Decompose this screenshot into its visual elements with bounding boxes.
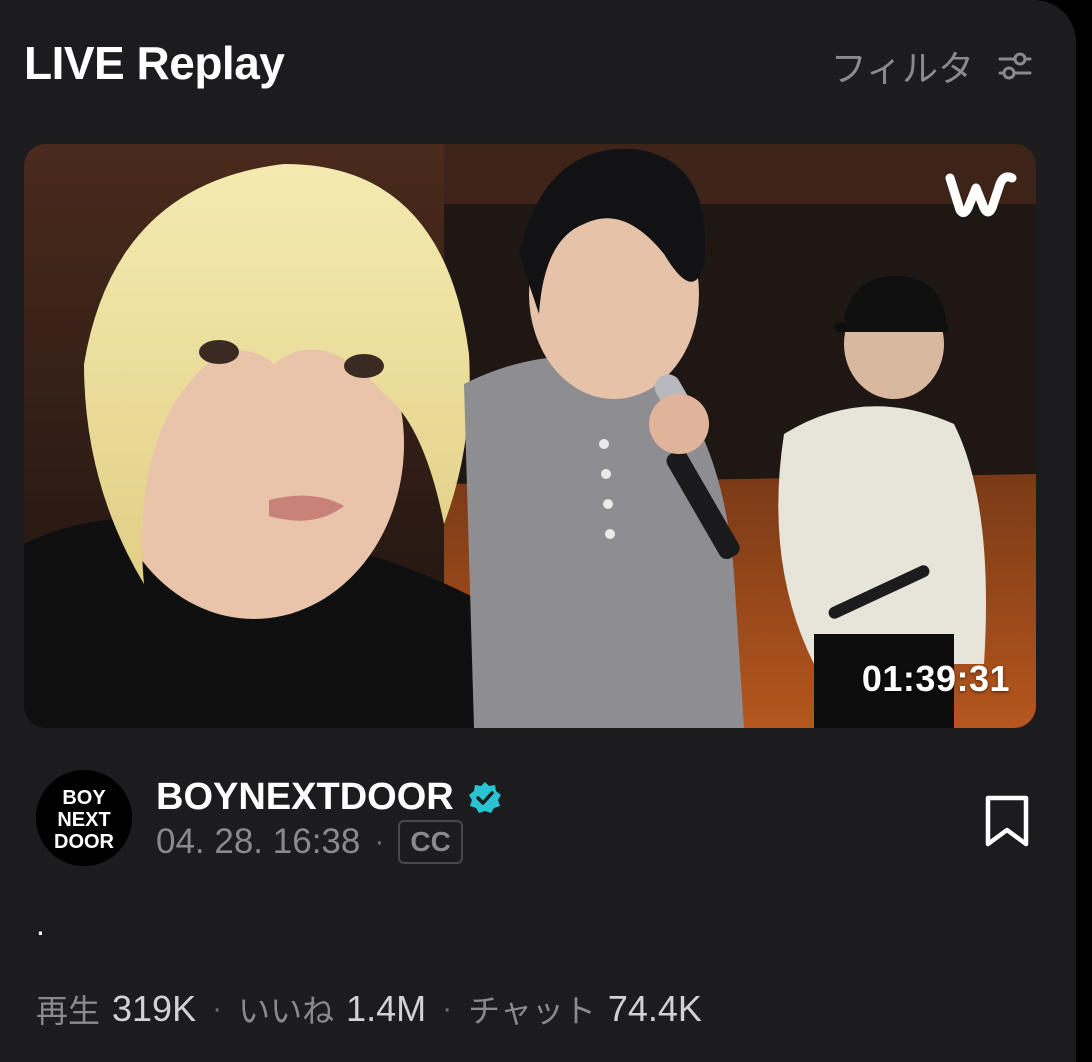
avatar-text-line1: BOY — [62, 787, 106, 809]
meta-separator: · — [374, 825, 385, 858]
video-duration: 01:39:31 — [861, 658, 1010, 699]
video-thumbnail[interactable]: 01:39:31 — [24, 144, 1036, 728]
video-stats: 再生 319K · いいね 1.4M · チャット 74.4K — [36, 986, 702, 1032]
channel-name-row: BOYNEXTDOOR — [156, 776, 502, 819]
plays-label: 再生 — [36, 992, 101, 1030]
bookmark-icon[interactable] — [982, 794, 1032, 850]
likes-value: 1.4M — [346, 988, 427, 1029]
section-title: LIVE Replay — [24, 37, 285, 89]
live-replay-card: LIVE Replay フィルタ 01:39:31 BOY NEXT DOOR … — [0, 0, 1076, 1062]
video-meta-row: 04. 28. 16:38 · CC — [156, 820, 463, 864]
cc-badge: CC — [398, 820, 463, 864]
video-description: . — [36, 906, 45, 942]
avatar-text-line2: NEXT — [57, 809, 110, 831]
avatar-text-line3: DOOR — [54, 831, 115, 853]
likes-label: いいね — [238, 992, 335, 1030]
filter-label: フィルタ — [830, 49, 974, 90]
chat-value: 74.4K — [607, 988, 702, 1029]
channel-logo-icon: BOY NEXT DOOR — [36, 770, 132, 866]
weverse-logo-icon — [945, 172, 1017, 218]
filter-button[interactable]: フィルタ — [831, 40, 1032, 92]
channel-avatar[interactable]: BOY NEXT DOOR — [36, 770, 132, 866]
stats-separator: · — [212, 992, 223, 1025]
stats-separator: · — [442, 992, 453, 1025]
sliders-icon — [998, 52, 1032, 80]
plays-value: 319K — [112, 988, 197, 1029]
upload-date: 04. 28. 16:38 — [156, 822, 361, 861]
channel-name[interactable]: BOYNEXTDOOR — [156, 776, 454, 819]
chat-label: チャット — [468, 992, 596, 1030]
thumbnail-image — [24, 144, 1036, 728]
verified-badge-icon — [468, 781, 501, 813]
